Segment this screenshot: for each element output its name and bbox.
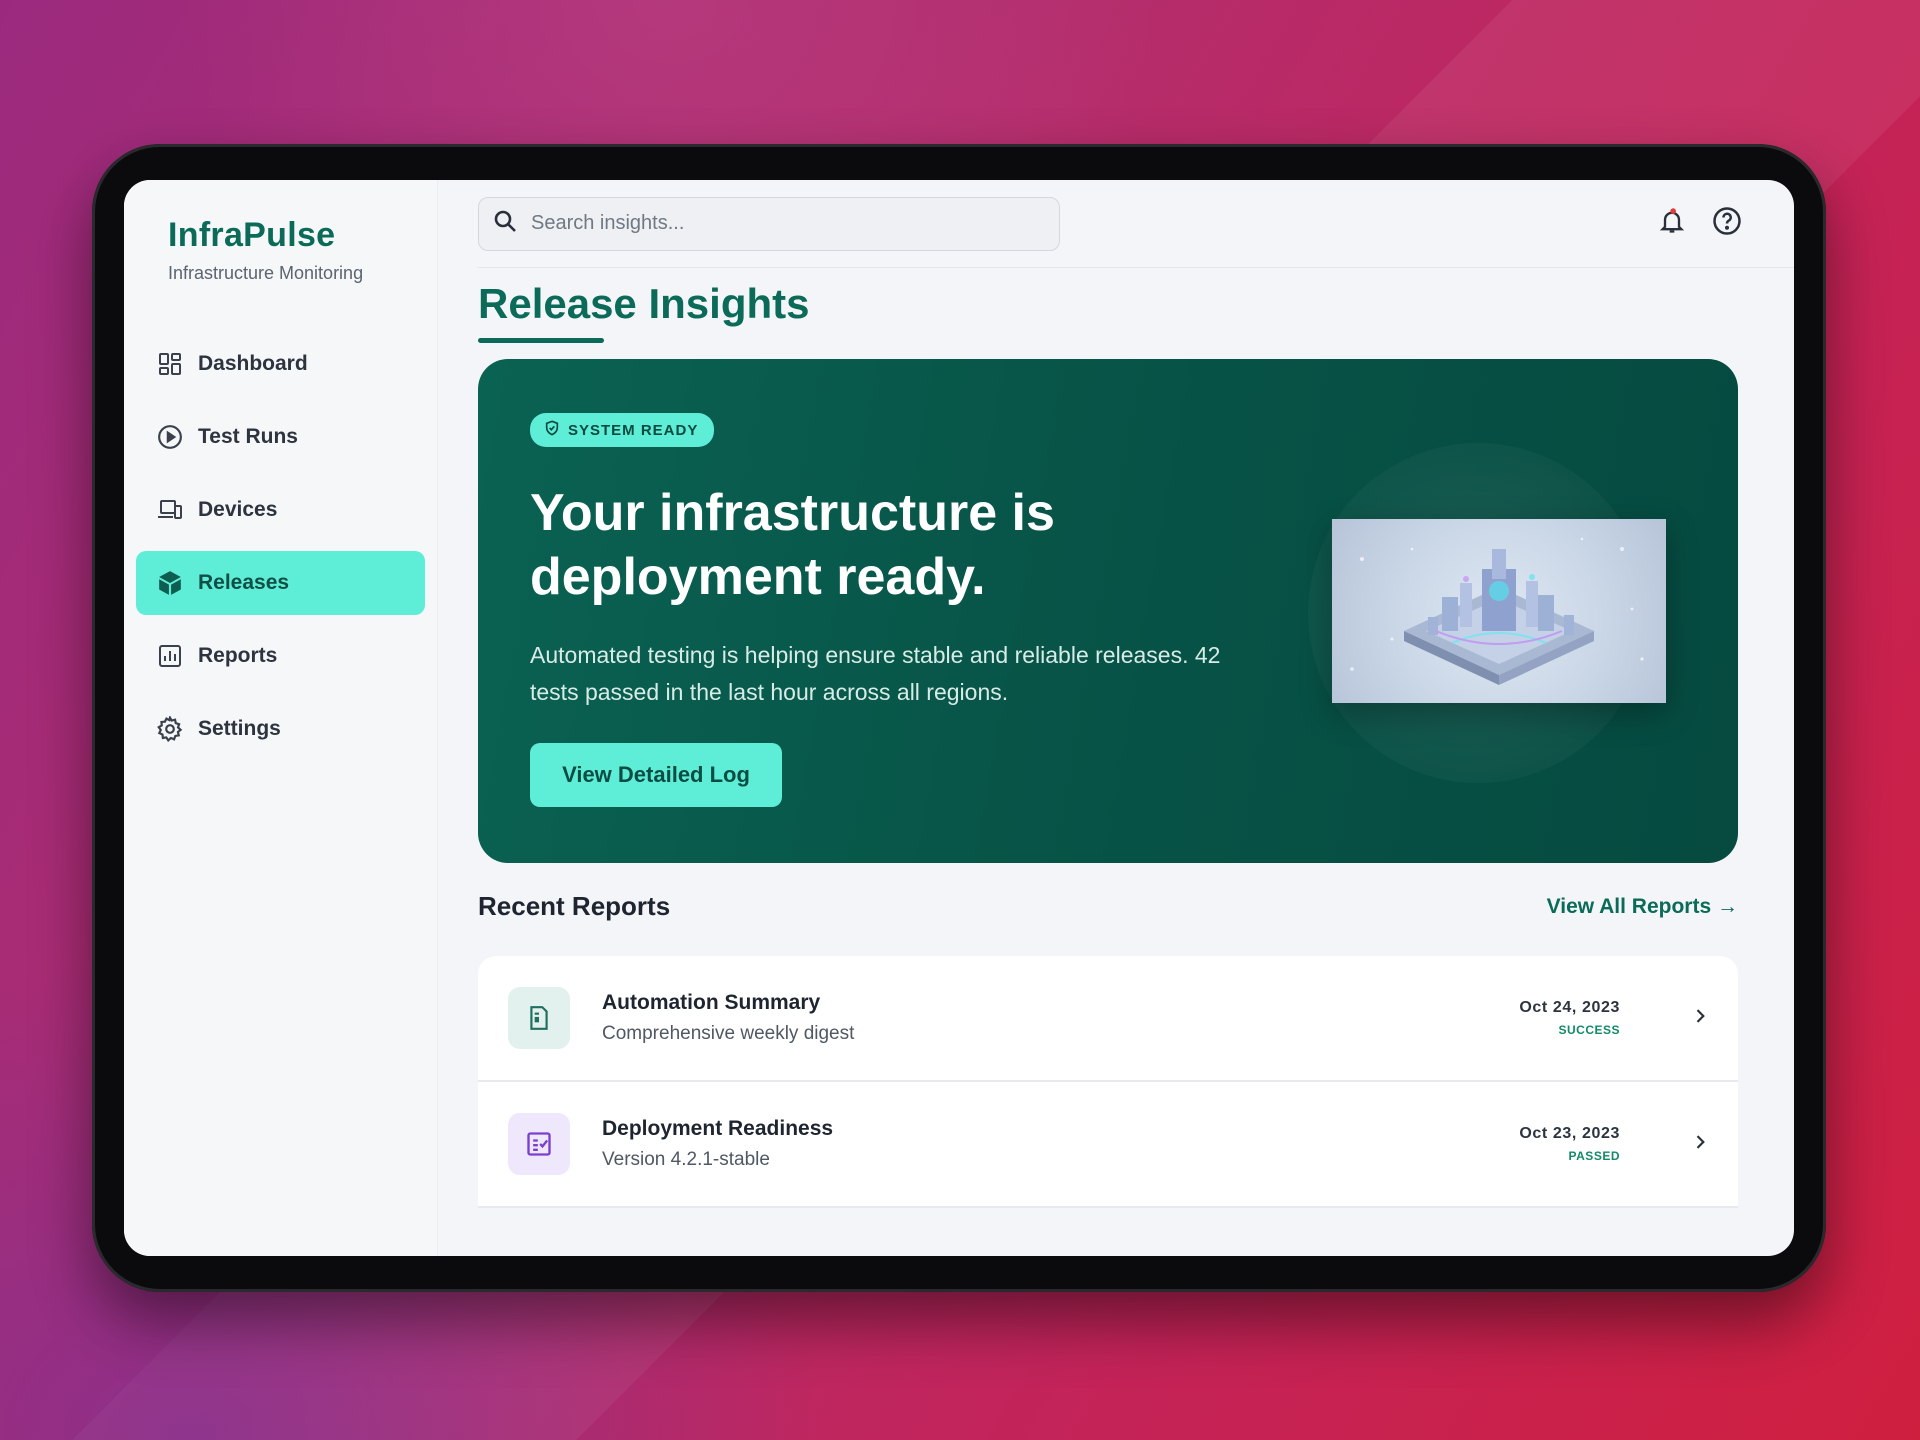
page-title: Release Insights bbox=[478, 280, 810, 327]
report-subtitle: Version 4.2.1-stable bbox=[602, 1149, 770, 1170]
report-list: Automation Summary Comprehensive weekly … bbox=[478, 956, 1738, 1208]
document-icon bbox=[508, 987, 570, 1049]
hero-banner: SYSTEM READY Your infrastructure is depl… bbox=[478, 359, 1738, 863]
page-title-underline bbox=[478, 338, 604, 343]
sidebar-item-test-runs[interactable]: Test Runs bbox=[136, 405, 425, 469]
sidebar-item-label: Devices bbox=[198, 498, 278, 521]
hero-description: Automated testing is helping ensure stab… bbox=[530, 642, 1221, 705]
devices-icon bbox=[156, 496, 184, 524]
view-all-reports-link[interactable]: View All Reports → bbox=[1547, 895, 1738, 919]
sidebar: InfraPulse Infrastructure Monitoring Das… bbox=[124, 180, 438, 1256]
report-name: Deployment Readiness bbox=[602, 1117, 834, 1140]
sidebar-item-label: Reports bbox=[198, 644, 278, 667]
recent-reports-title: Recent Reports bbox=[478, 891, 671, 921]
report-meta: Oct 24, 2023 SUCCESS bbox=[1519, 999, 1620, 1037]
bell-icon[interactable] bbox=[1658, 207, 1686, 240]
shield-check-icon bbox=[544, 420, 560, 440]
status-badge: SYSTEM READY bbox=[530, 413, 715, 447]
sidebar-item-label: Test Runs bbox=[198, 425, 298, 448]
sidebar-item-dashboard[interactable]: Dashboard bbox=[136, 332, 425, 396]
dashboard-grid-icon bbox=[156, 350, 184, 378]
report-text: Deployment Readiness Version 4.2.1-stabl… bbox=[602, 1117, 833, 1171]
sidebar-item-label: Releases bbox=[198, 571, 290, 594]
gear-icon bbox=[156, 715, 184, 743]
status-badge-label: SYSTEM READY bbox=[568, 421, 699, 439]
help-circle-icon[interactable] bbox=[1712, 206, 1742, 241]
main-content: Release Insights SYSTEM READY Your infra… bbox=[438, 180, 1794, 1256]
chevron-right-icon[interactable] bbox=[1690, 1132, 1710, 1157]
app-screen: InfraPulse Infrastructure Monitoring Das… bbox=[124, 180, 1794, 1256]
topbar bbox=[478, 180, 1794, 268]
topbar-actions bbox=[1658, 206, 1742, 241]
report-status: PASSED bbox=[1568, 1149, 1620, 1163]
brand-name: InfraPulse bbox=[168, 216, 336, 254]
recent-reports-header: Recent Reports View All Reports → bbox=[478, 891, 1738, 922]
report-date: Oct 23, 2023 bbox=[1519, 1125, 1620, 1142]
report-row-deployment-readiness[interactable]: Deployment Readiness Version 4.2.1-stabl… bbox=[478, 1082, 1738, 1208]
sidebar-item-releases[interactable]: Releases bbox=[136, 551, 425, 615]
sidebar-item-settings[interactable]: Settings bbox=[136, 697, 425, 761]
sidebar-nav: Dashboard Test Runs Devices Releases Rep… bbox=[136, 332, 425, 761]
play-circle-icon bbox=[156, 423, 184, 451]
infrastructure-illustration bbox=[1332, 519, 1666, 703]
report-date: Oct 24, 2023 bbox=[1519, 999, 1620, 1016]
brand-subtitle: Infrastructure Monitoring bbox=[168, 263, 364, 283]
search-box[interactable] bbox=[478, 196, 1060, 251]
chevron-right-icon[interactable] bbox=[1690, 1006, 1710, 1031]
view-detailed-log-button[interactable]: View Detailed Log bbox=[530, 743, 782, 807]
report-meta: Oct 23, 2023 PASSED bbox=[1519, 1125, 1620, 1163]
sidebar-item-devices[interactable]: Devices bbox=[136, 478, 425, 542]
brand: InfraPulse Infrastructure Monitoring bbox=[136, 216, 425, 284]
checklist-icon bbox=[508, 1113, 570, 1175]
package-icon bbox=[156, 569, 184, 597]
report-name: Automation Summary bbox=[602, 991, 821, 1014]
search-icon bbox=[493, 209, 517, 238]
search-input[interactable] bbox=[531, 212, 1011, 235]
sidebar-item-label: Dashboard bbox=[198, 352, 308, 375]
report-row-automation-summary[interactable]: Automation Summary Comprehensive weekly … bbox=[478, 956, 1738, 1082]
report-status: SUCCESS bbox=[1558, 1023, 1620, 1037]
report-text: Automation Summary Comprehensive weekly … bbox=[602, 991, 854, 1045]
hero-title: Your infrastructure is deployment ready. bbox=[530, 484, 1055, 606]
report-subtitle: Comprehensive weekly digest bbox=[602, 1023, 855, 1044]
sidebar-item-label: Settings bbox=[198, 717, 281, 740]
sidebar-item-reports[interactable]: Reports bbox=[136, 624, 425, 688]
bar-chart-icon bbox=[156, 642, 184, 670]
